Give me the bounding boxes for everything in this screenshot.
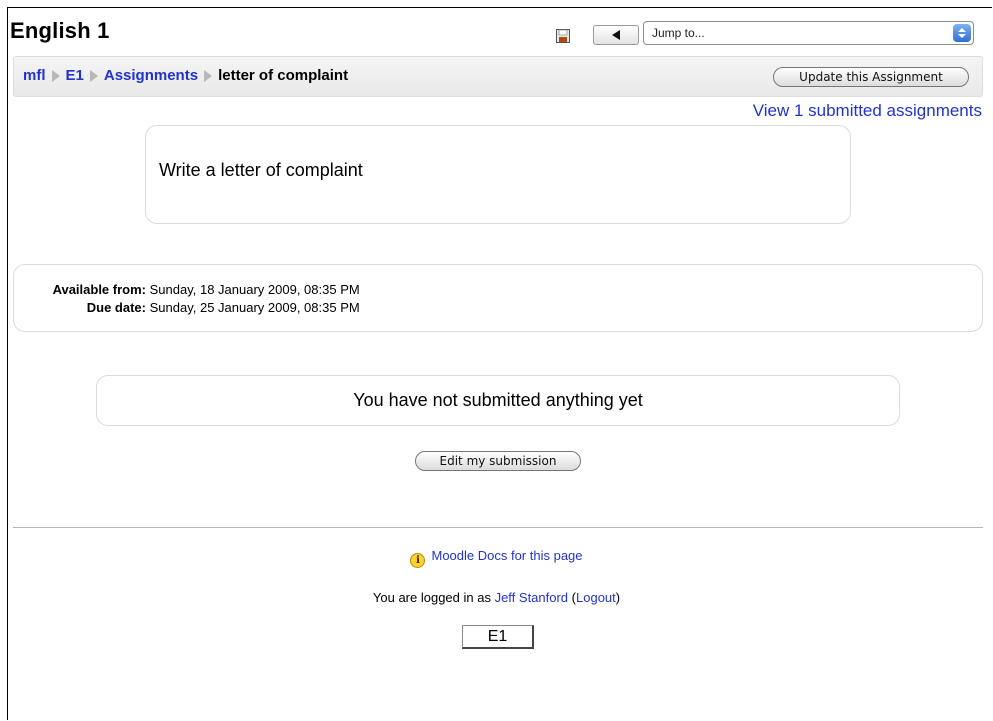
due-date-row: Due date: Sunday, 25 January 2009, 08:35… bbox=[16, 300, 360, 315]
assignment-dates-box: Available from: Sunday, 18 January 2009,… bbox=[13, 264, 983, 332]
submission-status-text: You have not submitted anything yet bbox=[353, 390, 643, 410]
view-submitted-link[interactable]: View 1 submitted assignments bbox=[753, 101, 982, 121]
breadcrumb-link-e1[interactable]: E1 bbox=[66, 67, 84, 84]
save-icon[interactable] bbox=[556, 29, 570, 43]
breadcrumb-separator-icon bbox=[89, 69, 98, 82]
breadcrumb-separator-icon bbox=[51, 69, 60, 82]
select-arrows-icon bbox=[953, 24, 971, 42]
logged-in-prefix: You are logged in as bbox=[372, 590, 495, 605]
breadcrumb-separator-icon bbox=[204, 69, 213, 82]
jump-to-value: Jump to... bbox=[652, 26, 705, 40]
back-arrow-icon bbox=[612, 30, 620, 40]
submission-status-box: You have not submitted anything yet bbox=[96, 375, 900, 426]
course-title: English 1 bbox=[10, 18, 110, 43]
back-button[interactable] bbox=[593, 25, 639, 45]
breadcrumb: mfl E1 Assignments letter of complaint bbox=[23, 67, 348, 84]
update-assignment-button[interactable]: Update this Assignment bbox=[773, 67, 969, 87]
logout-close-paren: ) bbox=[615, 590, 621, 605]
logout-link[interactable]: Logout bbox=[576, 590, 616, 605]
footer-divider bbox=[13, 527, 983, 528]
breadcrumb-current: letter of complaint bbox=[218, 67, 349, 84]
edit-submission-button[interactable]: Edit my submission bbox=[415, 451, 581, 471]
available-from-label: Available from: bbox=[52, 282, 146, 297]
moodle-docs-row: i Moodle Docs for this page bbox=[0, 548, 993, 568]
assignment-intro-text: Write a letter of complaint bbox=[159, 160, 363, 180]
due-date-value: Sunday, 25 January 2009, 08:35 PM bbox=[149, 300, 360, 315]
breadcrumb-link-mfl[interactable]: mfl bbox=[23, 67, 46, 84]
moodle-docs-link[interactable]: Moodle Docs for this page bbox=[431, 548, 582, 563]
available-from-row: Available from: Sunday, 18 January 2009,… bbox=[16, 282, 360, 297]
course-home-button[interactable]: E1 bbox=[462, 625, 534, 649]
user-profile-link[interactable]: Jeff Stanford bbox=[495, 590, 568, 605]
breadcrumb-link-assignments[interactable]: Assignments bbox=[104, 67, 198, 84]
due-date-label: Due date: bbox=[86, 300, 146, 315]
login-info: You are logged in as Jeff Stanford (Logo… bbox=[0, 590, 993, 605]
info-icon: i bbox=[410, 553, 426, 568]
logout-open-paren: ( bbox=[568, 590, 576, 605]
jump-to-select[interactable]: Jump to... bbox=[643, 21, 974, 45]
available-from-value: Sunday, 18 January 2009, 08:35 PM bbox=[149, 282, 360, 297]
assignment-intro-box: Write a letter of complaint bbox=[145, 125, 851, 224]
